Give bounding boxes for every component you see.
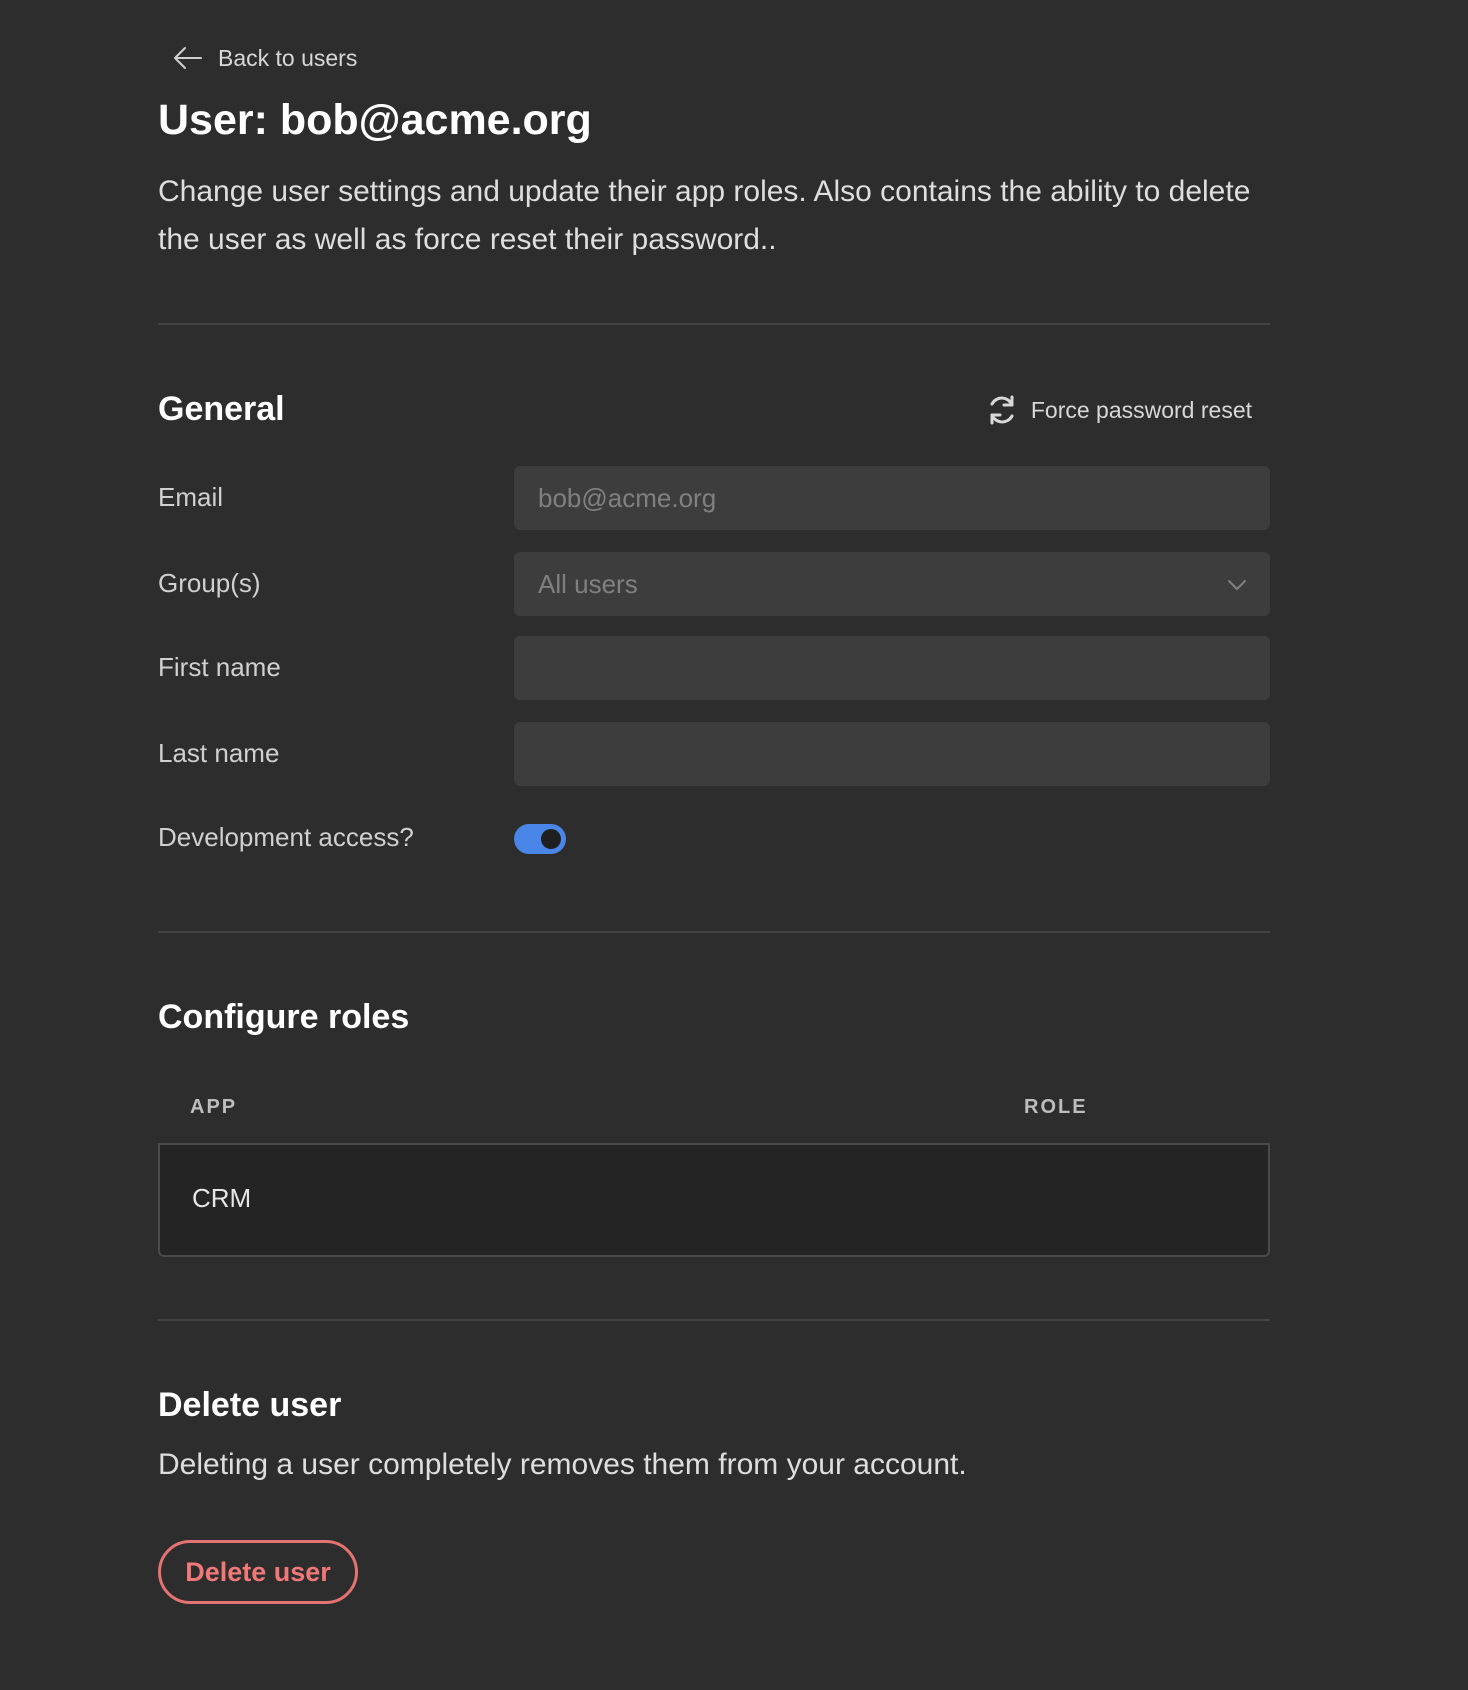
back-to-users-link[interactable]: Back to users [172, 42, 357, 74]
divider [158, 323, 1270, 325]
configure-roles-title: Configure roles [158, 998, 410, 1036]
delete-user-title: Delete user [158, 1386, 342, 1424]
general-section-title: General [158, 390, 285, 428]
dev-access-toggle[interactable] [514, 824, 566, 854]
force-reset-label: Force password reset [1030, 396, 1252, 423]
refresh-icon [985, 393, 1019, 427]
last-name-label: Last name [158, 738, 280, 768]
delete-user-button[interactable]: Delete user [158, 1540, 358, 1604]
last-name-field[interactable] [514, 722, 1270, 786]
groups-label: Group(s) [158, 568, 261, 598]
app-cell: CRM [192, 1183, 252, 1213]
delete-user-description: Deleting a user completely removes them … [158, 1448, 967, 1481]
first-name-field[interactable] [514, 636, 1270, 700]
page-description: Change user settings and update their ap… [158, 175, 1251, 256]
groups-selected-value: All users [538, 568, 638, 599]
arrow-left-icon [172, 42, 204, 74]
column-header-app: APP [190, 1096, 238, 1118]
table-row[interactable]: CRM [158, 1145, 1270, 1257]
groups-select[interactable]: All users [514, 552, 1270, 616]
back-link-label: Back to users [218, 44, 358, 71]
divider [158, 931, 1270, 933]
page-title: User: bob@acme.org [158, 96, 592, 144]
force-password-reset-button[interactable]: Force password reset [985, 393, 1252, 427]
email-label: Email [158, 482, 224, 512]
toggle-knob [541, 829, 561, 849]
dev-access-label: Development access? [158, 822, 414, 852]
divider [158, 1319, 1270, 1321]
column-header-role: ROLE [1024, 1096, 1088, 1118]
first-name-label: First name [158, 652, 281, 682]
chevron-down-icon [1224, 572, 1250, 598]
email-field[interactable] [514, 466, 1270, 530]
